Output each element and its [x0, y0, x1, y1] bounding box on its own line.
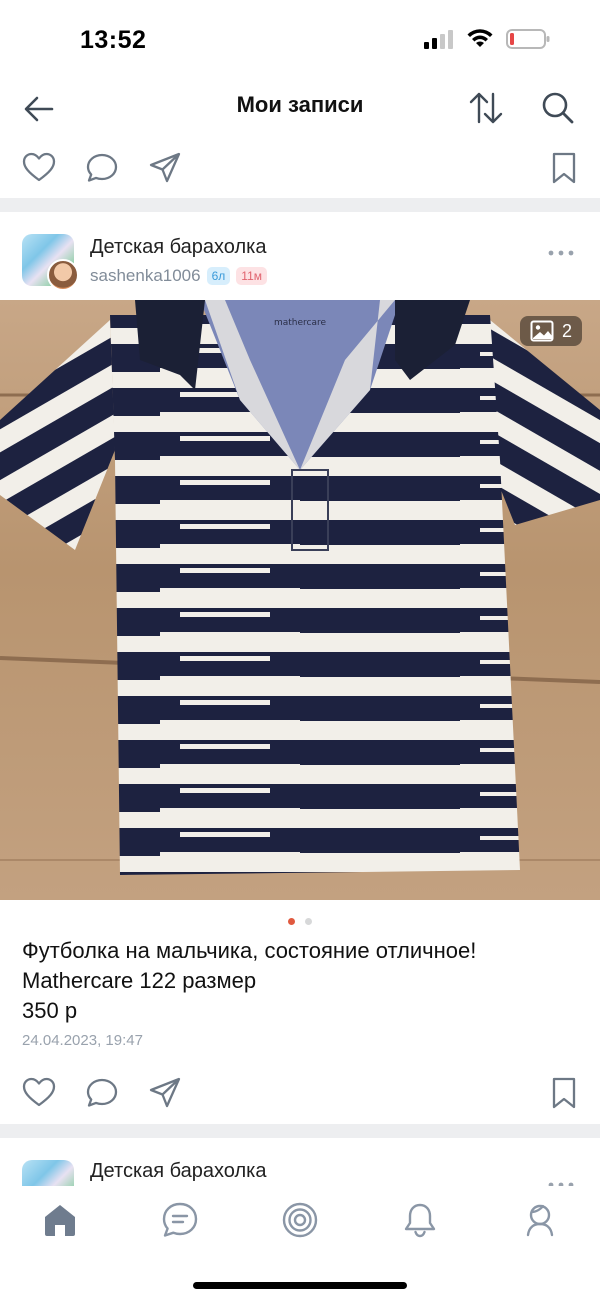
post-date: 24.04.2023, 19:47: [22, 1032, 143, 1049]
author-row: sashenka1006 6л 11м: [90, 266, 267, 286]
group-avatar[interactable]: [22, 1160, 74, 1186]
signal-icon: [424, 30, 453, 49]
carousel-dot[interactable]: [305, 918, 312, 925]
photo-count: 2: [561, 320, 572, 341]
comment-icon[interactable]: [85, 151, 119, 185]
home-icon[interactable]: [40, 1200, 80, 1240]
post-actions: [0, 1068, 600, 1118]
post-text-line: Mathercare 122 размер: [22, 968, 257, 993]
comment-icon[interactable]: [85, 1076, 119, 1110]
bell-icon[interactable]: [400, 1200, 440, 1240]
age-badge: 6л: [206, 267, 231, 285]
divider: [0, 1124, 600, 1138]
share-icon[interactable]: [148, 1076, 182, 1110]
age-badge: 11м: [236, 267, 267, 285]
carousel-dot-active[interactable]: [288, 918, 295, 925]
post-text-line: Футболка на мальчика, состояние отличное…: [22, 938, 477, 963]
status-time: 13:52: [80, 26, 147, 54]
group-name[interactable]: Детская барахолка: [90, 1160, 266, 1183]
next-post-peek[interactable]: Детская барахолка: [0, 1138, 600, 1186]
post-header[interactable]: Детская барахолка sashenka1006 6л 11м: [0, 226, 600, 296]
like-icon[interactable]: [22, 1076, 56, 1110]
bookmark-icon[interactable]: [547, 1076, 581, 1110]
author-avatar[interactable]: [47, 259, 79, 291]
prev-post-actions: [0, 143, 600, 193]
group-name[interactable]: Детская барахолка: [90, 236, 266, 259]
svg-text:mathercare: mathercare: [274, 318, 327, 328]
status-bar: 13:52: [0, 0, 600, 80]
profile-icon[interactable]: [520, 1200, 560, 1240]
gallery-icon: [530, 320, 554, 342]
post-text-line: 350 р: [22, 998, 78, 1023]
photo-count-badge: 2: [519, 316, 582, 346]
bookmark-icon[interactable]: [547, 151, 581, 185]
sort-icon[interactable]: [466, 88, 506, 128]
page-title: Мои записи: [236, 92, 364, 117]
wifi-icon: [467, 29, 493, 47]
like-icon[interactable]: [22, 151, 56, 185]
status-icons: [424, 28, 550, 50]
search-icon[interactable]: [538, 88, 578, 128]
author-name[interactable]: sashenka1006: [90, 266, 201, 286]
more-icon[interactable]: [548, 248, 574, 258]
carousel-dots: [0, 918, 600, 925]
photo-illustration: mathercare: [0, 300, 600, 875]
discover-icon[interactable]: [280, 1200, 320, 1240]
post-photo[interactable]: mathercare 2: [0, 300, 600, 900]
chat-icon[interactable]: [160, 1200, 200, 1240]
post-text: Футболка на мальчика, состояние отличное…: [22, 936, 476, 1026]
home-indicator: [193, 1282, 407, 1289]
nav-header: Мои записи: [0, 80, 600, 135]
divider: [0, 198, 600, 212]
battery-icon: [506, 29, 550, 49]
share-icon[interactable]: [148, 151, 182, 185]
